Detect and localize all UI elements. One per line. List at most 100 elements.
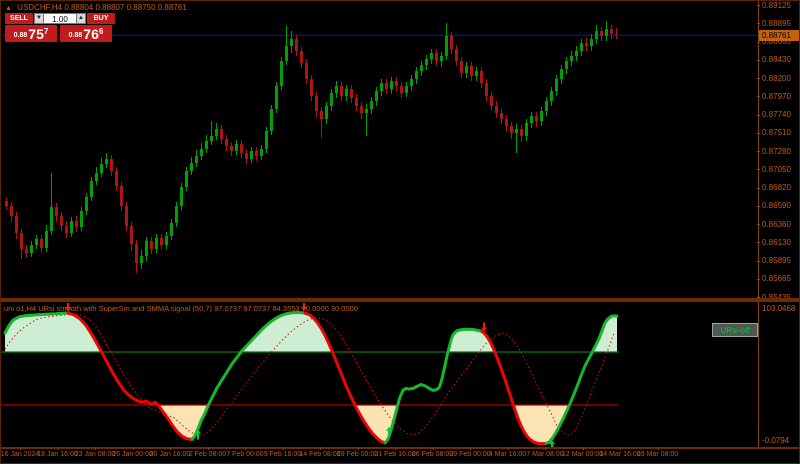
buy-price-button[interactable]: 0.88 76 6 [60,25,112,42]
price-axis-label: 0.87740 [762,110,791,119]
candlestick-chart[interactable] [1,1,758,299]
lot-size-field[interactable]: 1.00 [44,13,76,24]
time-axis-tick [545,447,546,450]
candle-body [590,39,593,46]
candle-body [560,69,563,79]
candle-body [405,86,408,93]
candle-body [175,206,178,223]
buy-price-big: 76 [83,26,99,42]
candle-body [425,59,428,65]
buy-button[interactable]: BUY [87,13,115,24]
current-price-tag: 0.88761 [759,30,799,41]
candle-body [85,197,88,211]
candle-body [430,53,433,59]
sell-price-button[interactable]: 0.88 75 7 [5,25,57,42]
candle-body [480,71,483,83]
candle-body [400,86,403,93]
time-axis-tick [657,447,659,450]
candle-body [545,101,548,111]
rsi-overbought-fill [5,313,102,352]
candle-body [35,239,38,245]
candle-body [195,156,198,163]
buy-price-prefix: 0.88 [68,32,83,39]
symbol-period-label: USDCHF,H4 [17,3,63,12]
time-axis-tick [470,447,471,450]
price-axis-label: 0.86360 [762,219,791,229]
time-axis-tick [95,447,96,450]
candle-body [260,149,263,156]
candle-body [255,151,258,156]
candle-body [385,83,388,89]
candle-body [315,96,318,111]
price-axis-label: 0.87510 [762,128,791,138]
price-axis-label: 0.87970 [762,91,791,101]
price-axis-label: 0.86820 [762,183,791,192]
mt4-chart-window: ▲ USDCHF,H4 0.88804 0.88807 0.88750 0.88… [0,0,800,464]
candle-body [20,233,23,249]
time-axis-tick [357,447,359,450]
candle-body [165,236,168,245]
candle-body [505,119,508,126]
candle-body [145,241,148,256]
one-click-trading-panel: SELL ▼ 1.00 ▲ BUY 0.88 75 7 0.88 76 6 [5,13,115,42]
candle-body [345,89,348,96]
candle-body [280,61,283,86]
pane-separator[interactable] [1,298,799,302]
time-axis-tick [132,447,134,450]
price-axis-label: 0.89125 [762,0,791,10]
candle-body [75,221,78,227]
candle-body [330,93,333,106]
candle-body [510,126,513,133]
candle-body [300,51,303,63]
candle-body [470,66,473,76]
candle-body [410,79,413,86]
candle-body [490,96,493,106]
candle-body [160,238,163,245]
lot-decrease-button[interactable]: ▼ [34,13,44,24]
sell-price-big: 75 [28,26,44,42]
candle-body [550,91,553,101]
candle-body [615,34,618,35]
candle-body [120,186,123,206]
candle-body [370,101,373,109]
candle-body [215,129,218,136]
price-axis-label: 0.86130 [762,237,791,247]
time-axis[interactable]: 16 Jan 2024 18 Jan 16:00 23 Jan 08:00 26 Ja… [1,447,799,463]
price-axis-label: 0.88895 [762,18,791,28]
lot-increase-button[interactable]: ▲ [76,13,86,24]
candle-body [525,123,528,136]
candle-body [10,206,13,216]
sell-button[interactable]: SELL [5,13,33,24]
candle-body [155,238,158,249]
candle-body [100,164,103,173]
candle-body [135,244,138,263]
candle-body [210,136,213,141]
candle-body [580,43,583,51]
candle-body [170,223,173,236]
candle-body [415,71,418,79]
candle-body [130,226,133,244]
candle-body [245,153,248,159]
indicator-pane[interactable] [1,303,758,447]
candle-body [50,207,53,231]
candle-body [555,79,558,91]
price-axis-label: 0.85665 [762,274,791,284]
candle-body [340,86,343,96]
candle-body [535,116,538,121]
candle-body [290,39,293,46]
candle-body [225,139,228,146]
candle-body [500,113,503,119]
price-axis-label: 0.86590 [762,201,791,211]
ursi-toggle-button[interactable]: URsi-off [712,323,758,337]
price-axis[interactable]: 0.89125 0.88895 0.88665 0.88430 0.88200 0.879… [757,0,799,302]
candle-body [15,216,18,233]
candle-body [45,231,48,248]
candle-body [515,129,518,133]
candle-body [390,81,393,89]
candle-body [540,111,543,121]
candle-body [230,146,233,151]
candle-body [220,129,223,139]
candle-body [200,149,203,156]
candle-body [5,201,8,206]
sell-price-prefix: 0.88 [13,32,28,39]
